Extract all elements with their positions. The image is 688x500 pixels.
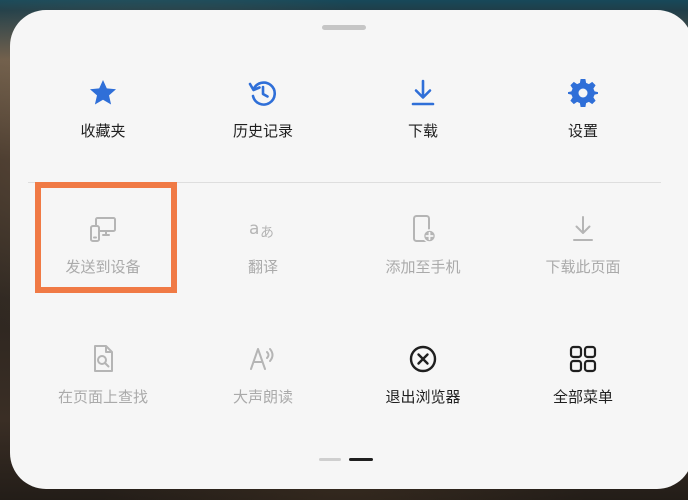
favorites-button[interactable]: 收藏夹 xyxy=(23,77,183,173)
gear-icon xyxy=(567,77,599,109)
star-icon xyxy=(87,77,119,109)
exit-browser-button[interactable]: 退出浏览器 xyxy=(343,343,503,439)
find-in-page-label: 在页面上查找 xyxy=(57,388,148,406)
history-label: 历史记录 xyxy=(232,122,293,140)
add-to-phone-icon xyxy=(407,213,439,245)
page-indicator-1[interactable] xyxy=(319,458,341,461)
translate-label: 翻译 xyxy=(247,258,278,276)
download-icon xyxy=(407,77,439,109)
translate-icon: aあ xyxy=(247,213,279,245)
add-to-phone-button[interactable]: 添加至手机 xyxy=(343,213,503,309)
downloads-button[interactable]: 下载 xyxy=(343,77,503,173)
send-to-device-label: 发送到设备 xyxy=(65,258,141,276)
all-menu-label: 全部菜单 xyxy=(552,388,613,406)
read-aloud-icon xyxy=(247,343,279,375)
find-in-page-icon xyxy=(87,343,119,375)
download-page-label: 下载此页面 xyxy=(545,258,621,276)
grid-icon xyxy=(567,343,599,375)
downloads-label: 下载 xyxy=(407,122,438,140)
page-indicator-2[interactable] xyxy=(349,458,373,461)
drag-handle[interactable] xyxy=(322,25,366,30)
history-button[interactable]: 历史记录 xyxy=(183,77,343,173)
close-circle-icon xyxy=(407,343,439,375)
svg-text:あ: あ xyxy=(260,225,274,241)
send-to-device-icon xyxy=(87,213,119,245)
settings-button[interactable]: 设置 xyxy=(503,77,663,173)
settings-label: 设置 xyxy=(567,122,598,140)
favorites-label: 收藏夹 xyxy=(80,122,126,140)
section-divider xyxy=(28,182,661,183)
browser-menu-sheet: 收藏夹 历史记录 下载 设置 发送到设备 aあ 翻译 添加至手机 下载此页面 在… xyxy=(10,10,688,489)
find-in-page-button[interactable]: 在页面上查找 xyxy=(23,343,183,439)
exit-browser-label: 退出浏览器 xyxy=(385,388,461,406)
translate-button[interactable]: aあ 翻译 xyxy=(183,213,343,309)
history-icon xyxy=(247,77,279,109)
send-to-device-button[interactable]: 发送到设备 xyxy=(23,213,183,309)
svg-text:a: a xyxy=(249,219,259,239)
read-aloud-label: 大声朗读 xyxy=(232,388,293,406)
all-menu-button[interactable]: 全部菜单 xyxy=(503,343,663,439)
read-aloud-button[interactable]: 大声朗读 xyxy=(183,343,343,439)
download-page-icon xyxy=(567,213,599,245)
download-page-button[interactable]: 下载此页面 xyxy=(503,213,663,309)
add-to-phone-label: 添加至手机 xyxy=(385,258,461,276)
